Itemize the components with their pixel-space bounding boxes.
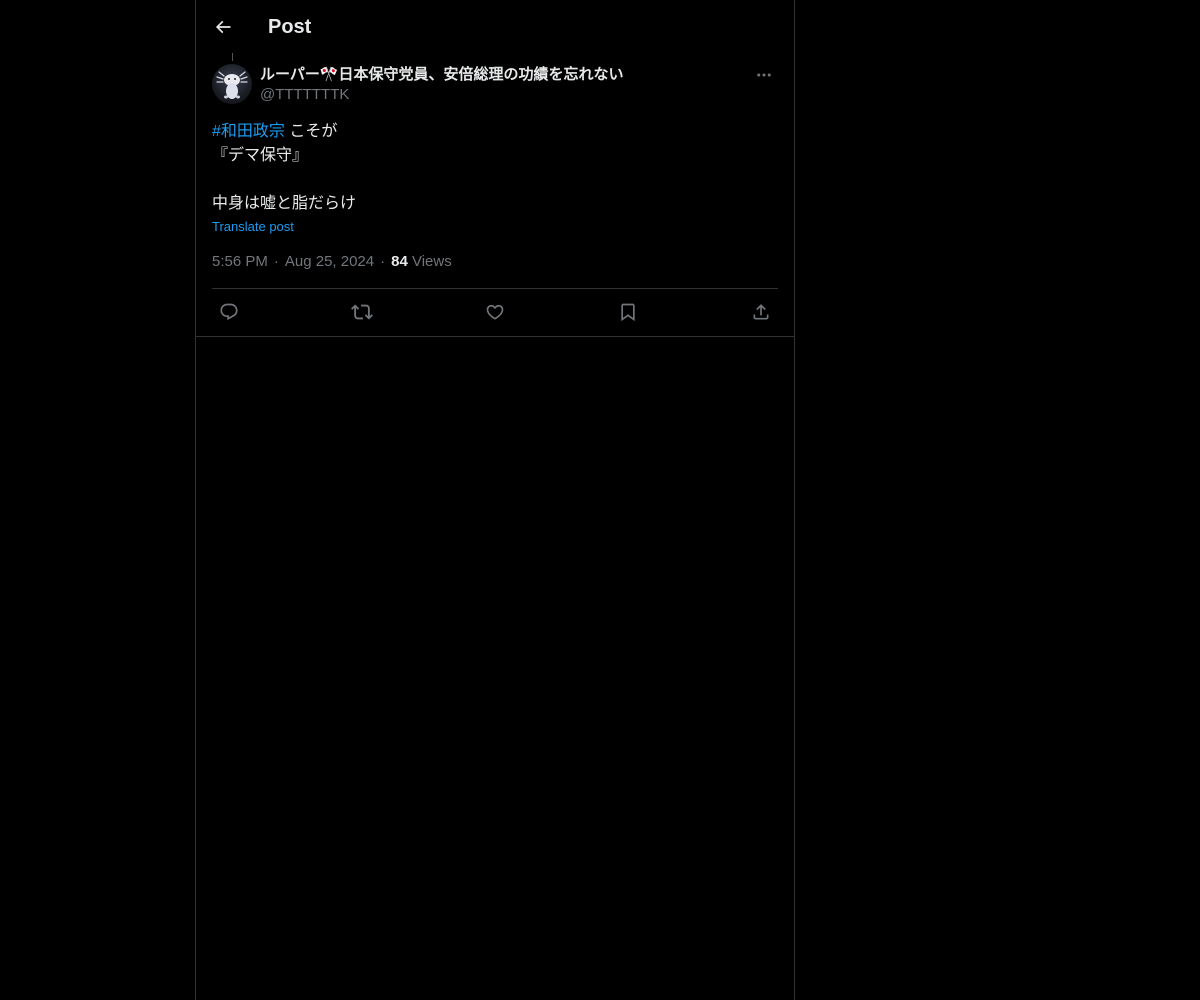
reply-icon bbox=[219, 302, 239, 322]
author-avatar[interactable] bbox=[212, 64, 252, 104]
share-button[interactable] bbox=[744, 295, 778, 329]
post-bottom-divider bbox=[196, 336, 794, 337]
author-handle[interactable]: @TTTTTTTK bbox=[260, 85, 349, 105]
author-display-name[interactable]: ルーパー🎌日本保守党員、安倍総理の功績を忘れない bbox=[260, 65, 624, 85]
post-text: #和田政宗 こそが 『デマ保守』 中身は嘘と脂だらけ bbox=[212, 120, 778, 216]
views-count: 84 bbox=[391, 253, 408, 270]
page-header: Post bbox=[196, 0, 794, 53]
bookmark-button[interactable] bbox=[611, 295, 645, 329]
like-button[interactable] bbox=[478, 295, 512, 329]
post-text-line-3 bbox=[212, 168, 778, 192]
back-button[interactable] bbox=[206, 10, 240, 44]
share-icon bbox=[751, 302, 771, 322]
more-options-button[interactable] bbox=[750, 64, 778, 86]
reply-button[interactable] bbox=[212, 295, 246, 329]
post-text-line-4: 中身は嘘と脂だらけ bbox=[212, 195, 357, 212]
post-actions-bar bbox=[212, 289, 778, 335]
post-text-line-1-rest: こそが bbox=[284, 123, 338, 140]
repost-icon bbox=[351, 301, 373, 323]
post-date[interactable]: Aug 25, 2024 bbox=[285, 253, 374, 270]
meta-separator: · bbox=[273, 253, 279, 270]
hashtag-link[interactable]: #和田政宗 bbox=[212, 123, 285, 140]
repost-button[interactable] bbox=[345, 295, 379, 329]
post-metadata: 5:56 PM · Aug 25, 2024 · 84 Views bbox=[212, 252, 452, 272]
post-time[interactable]: 5:56 PM bbox=[212, 253, 268, 270]
meta-separator: · bbox=[380, 253, 386, 270]
main-column: Post ルーパー🎌日本保守党員、安倍総理の功績を忘れない @TTTTTTTK … bbox=[195, 0, 795, 1000]
post-text-line-1: #和田政宗 こそが bbox=[212, 120, 778, 144]
views-label: Views bbox=[411, 253, 452, 270]
post-text-line-2: 『デマ保守』 bbox=[212, 147, 309, 164]
bookmark-icon bbox=[618, 302, 638, 322]
translate-post-link[interactable]: Translate post bbox=[212, 218, 294, 236]
arrow-left-icon bbox=[213, 17, 233, 37]
more-horizontal-icon bbox=[755, 66, 773, 84]
page-title: Post bbox=[268, 16, 312, 38]
thread-connector-line bbox=[232, 53, 233, 61]
heart-icon bbox=[485, 302, 505, 322]
axolotl-avatar-icon bbox=[216, 71, 248, 99]
